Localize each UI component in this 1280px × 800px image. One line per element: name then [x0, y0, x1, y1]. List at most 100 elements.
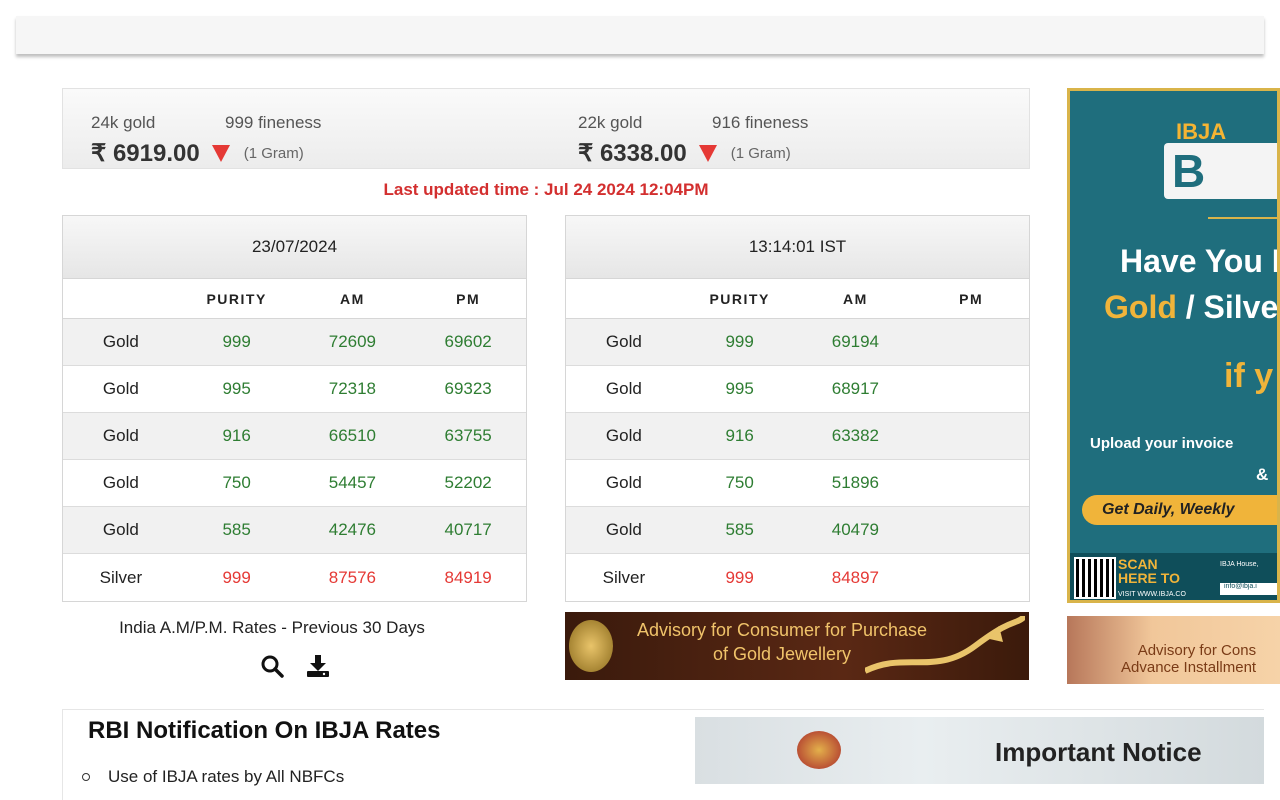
table-row: Gold 916 63382 [566, 413, 1029, 460]
metal-cell: Gold [102, 473, 139, 492]
column-header-purity: PURITY [709, 290, 770, 307]
ad-headline-1: Have You P [1120, 243, 1280, 279]
purity-cell: 750 [725, 473, 754, 492]
trend-down-icon [211, 145, 230, 162]
am-rate-cell: 63382 [831, 426, 880, 445]
ibja-seal-icon [797, 731, 841, 769]
am-rate-cell: 66510 [328, 426, 377, 445]
live-price-strip: 24k gold 999 fineness ₹ 6919.00 (1 Gram)… [62, 88, 1030, 169]
ad-upload-text: Upload your invoice [1090, 435, 1234, 452]
consumer-advisory-banner[interactable]: Advisory for Consumer for Purchase of Go… [565, 612, 1029, 680]
pm-rate-cell: 84919 [444, 567, 492, 587]
am-rate-cell: 40479 [831, 520, 880, 539]
metal-cell: Gold [102, 379, 139, 398]
purity-cell: 995 [725, 379, 754, 398]
am-rate-cell: 72609 [328, 332, 377, 351]
table-column-headers: PURITY AM PM [566, 279, 1029, 319]
ad-logo: B [1164, 143, 1277, 199]
ad-headline-2: Gold / Silve [1104, 289, 1279, 326]
table-row: Gold 585 42476 40717 [63, 507, 526, 554]
table-row: Gold 750 51896 [566, 460, 1029, 507]
trend-down-icon [698, 145, 717, 162]
metal-cell: Gold [605, 426, 642, 445]
download-icon[interactable] [306, 654, 330, 683]
ad-brand: IBJA [1176, 119, 1227, 144]
rates-table-today: 13:14:01 IST PURITY AM PM Gold 999 69194… [565, 215, 1030, 602]
column-header-pm: PM [456, 290, 481, 307]
metal-cell: Gold [102, 426, 139, 445]
advance-installment-advisory-ad[interactable]: Advisory for Cons Advance Installment [1067, 616, 1280, 684]
purity-cell: 916 [222, 426, 251, 445]
notice-text: Important Notice [995, 737, 1202, 767]
ad-visit-text: VISIT WWW.IBJA.CO [1118, 591, 1186, 598]
am-rate-cell: 68917 [831, 379, 880, 398]
pm-rate-cell: 69323 [444, 379, 492, 398]
important-notice-banner[interactable]: Important Notice [695, 717, 1264, 784]
metal-cell: Gold [605, 332, 642, 351]
purity-cell: 585 [222, 520, 251, 539]
table-row: Gold 750 54457 52202 [63, 460, 526, 507]
ad-headline-2-rest: / Silve [1176, 289, 1279, 325]
ibja-seal-icon [569, 620, 613, 672]
price-amount: ₹ 6338.00 [578, 140, 687, 167]
table-time-header: 13:14:01 IST [566, 216, 1029, 279]
pm-rate-cell: 52202 [444, 473, 492, 492]
purity-cell: 999 [725, 332, 754, 351]
am-rate-cell: 69194 [831, 332, 880, 351]
qr-code-icon [1074, 557, 1116, 599]
metal-cell: Gold [605, 473, 642, 492]
rbi-section-title: RBI Notification On IBJA Rates [88, 717, 441, 744]
pm-rate-cell: 40717 [444, 520, 492, 539]
purity-cell: 999 [725, 567, 754, 587]
table-row: Gold 916 66510 63755 [63, 413, 526, 460]
ad-scan-text: SCAN HERE TO [1118, 556, 1180, 586]
price-karat-label: 22k gold [578, 113, 643, 132]
metal-cell: Gold [605, 379, 642, 398]
bullet-icon [82, 773, 90, 781]
ad-amp: & [1256, 465, 1269, 484]
table-row: Gold 999 69194 [566, 319, 1029, 366]
metal-cell: Gold [102, 520, 139, 539]
purity-cell: 916 [725, 426, 754, 445]
table-row: Gold 995 72318 69323 [63, 366, 526, 413]
purity-cell: 999 [222, 332, 251, 351]
table-row: Gold 999 72609 69602 [63, 319, 526, 366]
table-date-header: 23/07/2024 [63, 216, 526, 279]
ad-cta: Get Daily, Weekly [1082, 495, 1277, 525]
purity-cell: 995 [222, 379, 251, 398]
price-24k: 24k gold 999 fineness ₹ 6919.00 (1 Gram) [91, 113, 321, 168]
pm-rate-cell: 63755 [444, 426, 492, 445]
ad-headline-2-gold: Gold [1104, 289, 1177, 325]
column-header-am: AM [842, 290, 868, 307]
pm-rate-cell: 69602 [444, 332, 492, 351]
ibja-app-ad[interactable]: IBJA B Have You P Gold / Silve if y Uplo… [1067, 88, 1280, 603]
table-row: Silver 999 87576 84919 [63, 554, 526, 601]
ad-small-line-2: Advance Installment [1121, 659, 1257, 676]
table-row: Gold 995 68917 [566, 366, 1029, 413]
rbi-list-item[interactable]: Use of IBJA rates by All NBFCs [82, 767, 344, 787]
ad-house-text: IBJA House, [1220, 561, 1259, 568]
previous-30-days-link[interactable]: India A.M/P.M. Rates - Previous 30 Days [62, 618, 482, 638]
am-rate-cell: 84897 [831, 567, 880, 587]
metal-cell: Gold [605, 520, 642, 539]
metal-cell: Gold [102, 332, 139, 351]
am-rate-cell: 54457 [328, 473, 377, 492]
am-rate-cell: 87576 [328, 567, 377, 587]
price-fineness-label: 916 fineness [712, 113, 809, 132]
price-unit: (1 Gram) [730, 145, 791, 162]
table-row: Gold 585 40479 [566, 507, 1029, 554]
ribbon-icon [865, 616, 1025, 674]
metal-cell: Silver [99, 567, 143, 587]
table-column-headers: PURITY AM PM [63, 279, 526, 319]
purity-cell: 750 [222, 473, 251, 492]
column-header-purity: PURITY [206, 290, 267, 307]
am-rate-cell: 42476 [328, 520, 377, 539]
column-header-am: AM [339, 290, 365, 307]
price-karat-label: 24k gold [91, 113, 156, 132]
rbi-item-label: Use of IBJA rates by All NBFCs [108, 767, 345, 786]
am-rate-cell: 51896 [831, 473, 880, 492]
ad-email-text: info@ibja.i [1220, 583, 1277, 595]
ad-small-line-1: Advisory for Cons [1137, 642, 1257, 659]
search-icon[interactable] [260, 654, 284, 683]
purity-cell: 585 [725, 520, 754, 539]
